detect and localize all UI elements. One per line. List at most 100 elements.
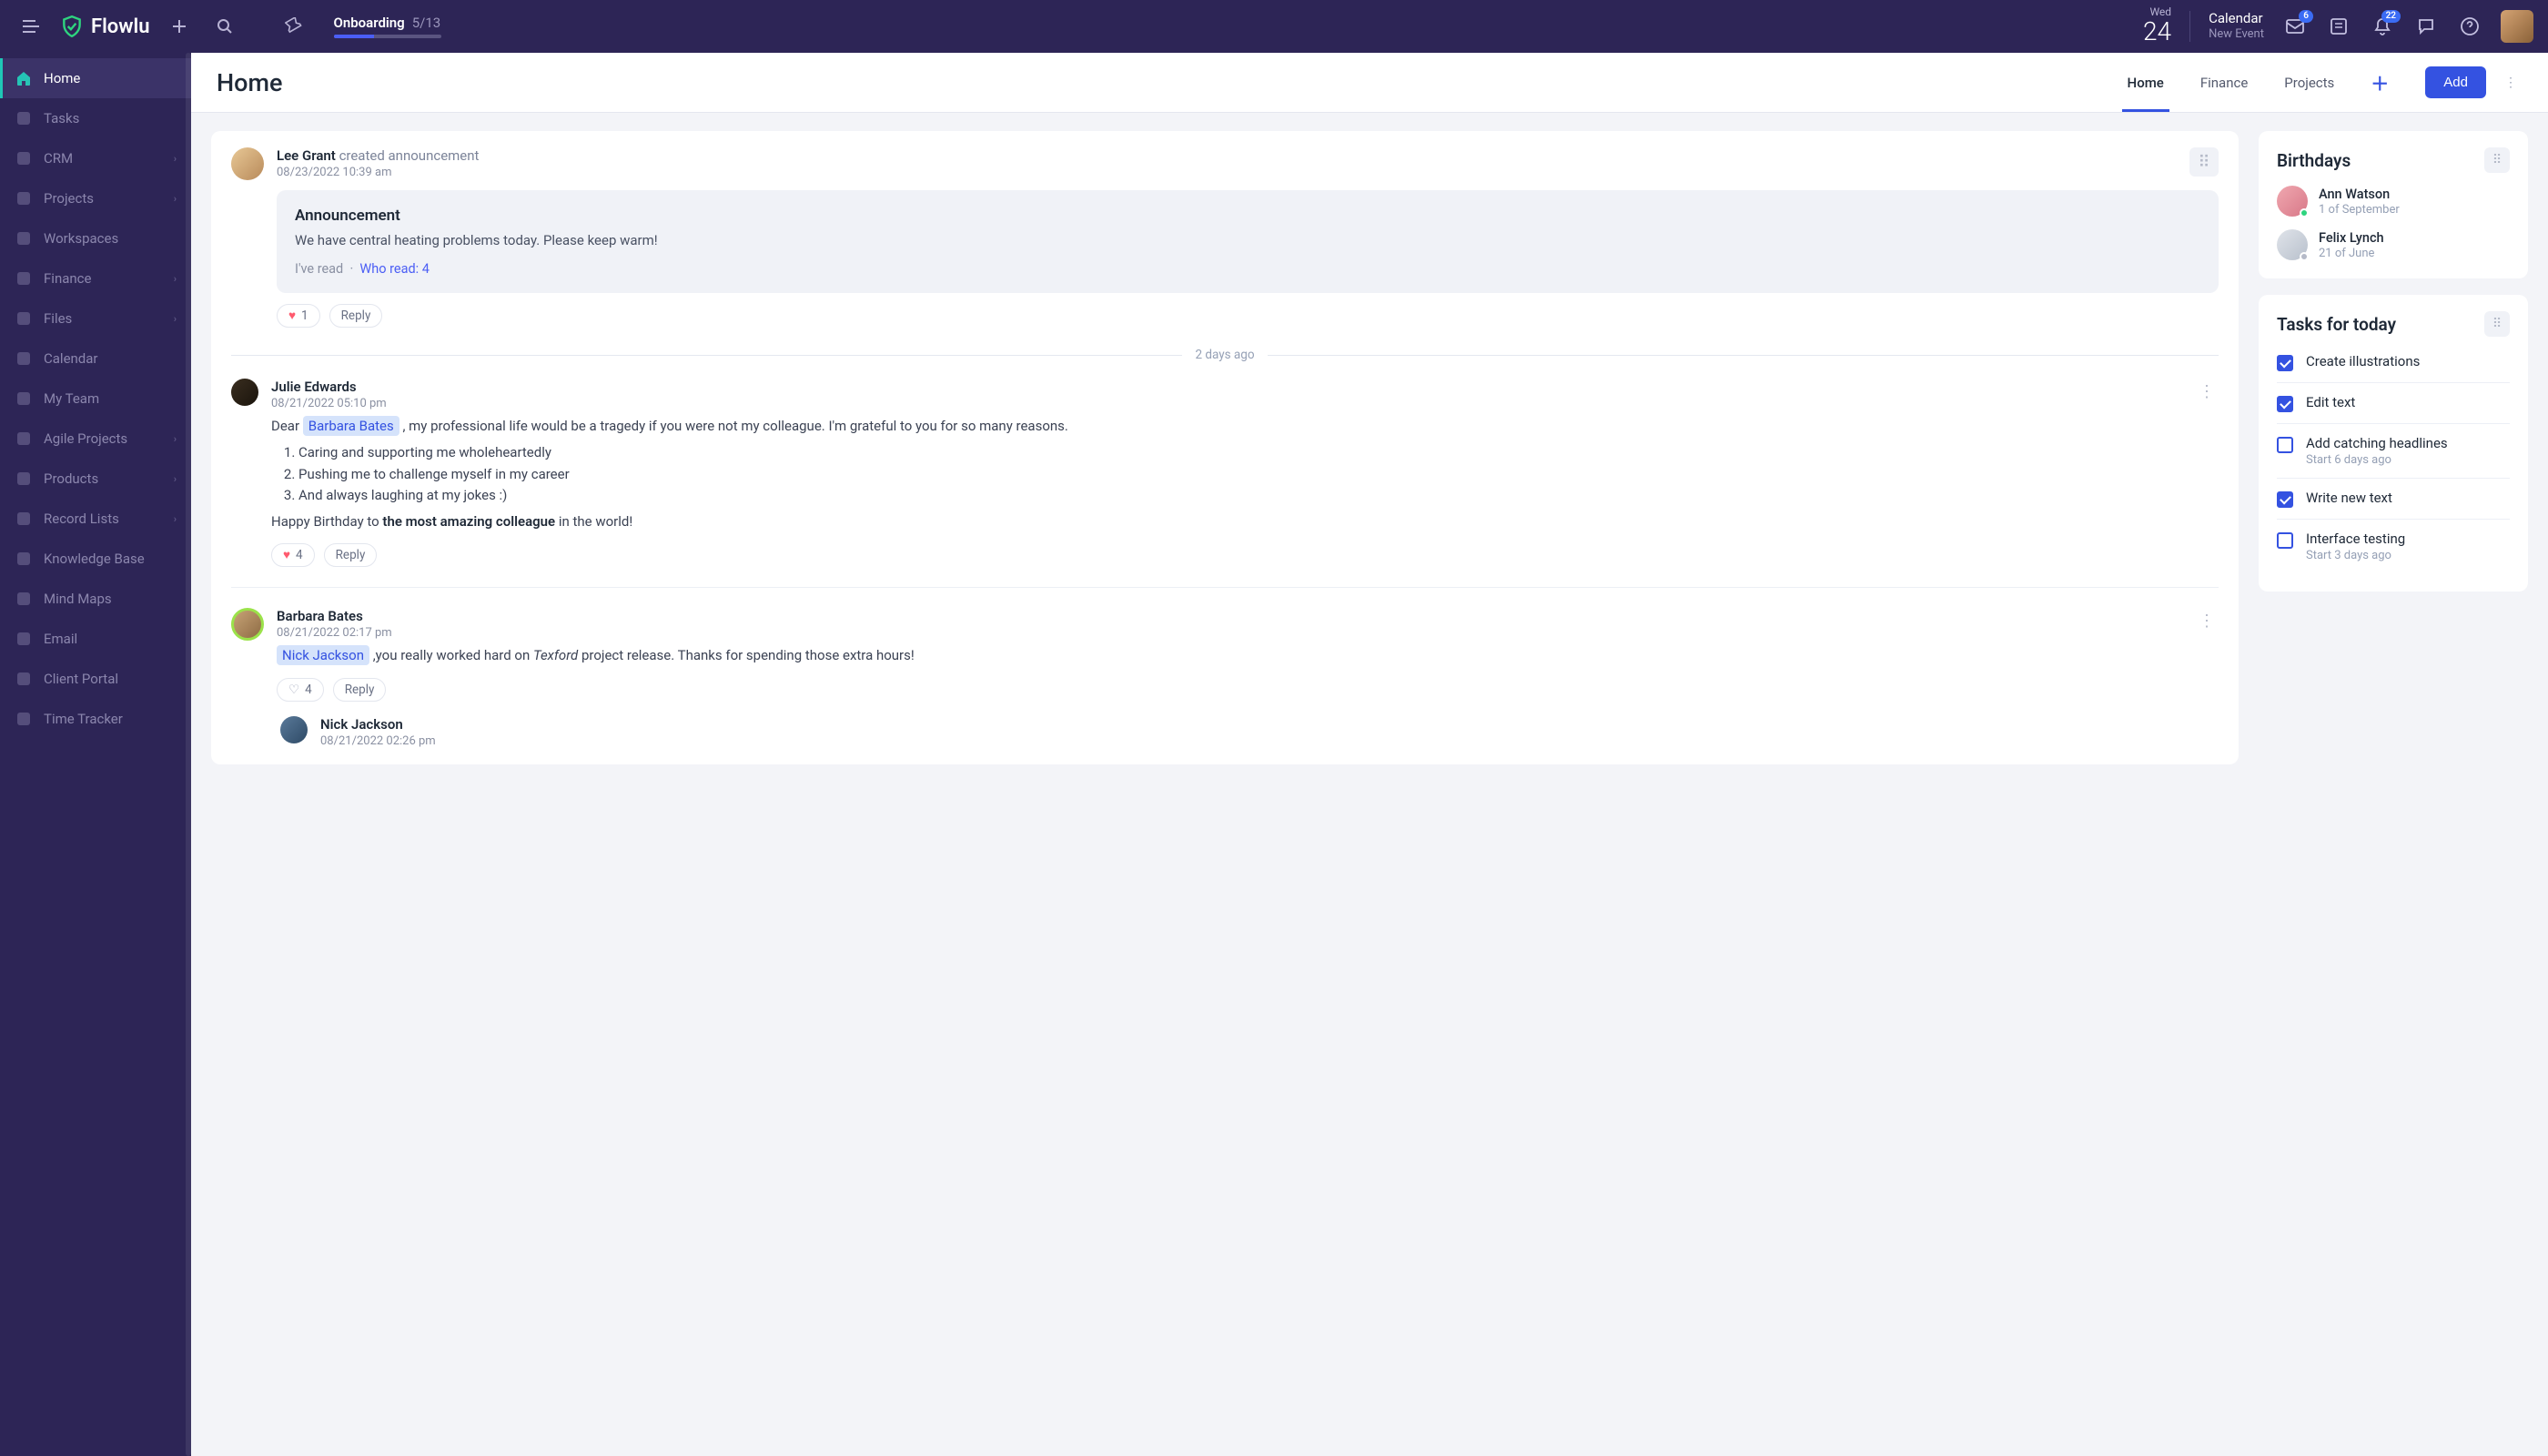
avatar[interactable] [231,379,258,406]
sidebar-item-projects[interactable]: Projects› [0,178,191,218]
task-item[interactable]: Write new text [2277,478,2510,519]
menu-toggle-button[interactable] [15,10,47,43]
chevron-right-icon: › [174,153,177,165]
tab-projects[interactable]: Projects [2284,53,2334,112]
task-checkbox[interactable] [2277,396,2293,412]
sidebar-item-email[interactable]: Email [0,619,191,659]
search-button[interactable] [208,10,241,43]
task-sub: Start 3 days ago [2306,549,2405,562]
bell-badge: 22 [2381,10,2401,23]
post-author[interactable]: Barbara Bates [277,608,363,624]
post-more-icon[interactable]: ⋮ [2195,608,2219,747]
clock-icon [15,710,33,728]
post-more-icon[interactable]: ⠿ [2189,147,2219,177]
sidebar-item-tasks[interactable]: Tasks [0,98,191,138]
nested-reply: Nick Jackson 08/21/2022 02:26 pm [277,716,2182,748]
add-button[interactable]: Add [2425,66,2486,98]
mail-icon [15,630,33,648]
feed-divider: 2 days ago [231,348,2219,362]
briefcase-icon [15,189,33,207]
ive-read-label[interactable]: I've read [295,261,343,277]
onboarding-count: 5/13 [412,15,440,31]
tab-finance[interactable]: Finance [2200,53,2248,112]
pin-button[interactable] [278,10,310,43]
inbox-badge: 6 [2299,10,2313,23]
sidebar-item-mind-maps[interactable]: Mind Maps [0,579,191,619]
post-author[interactable]: Julie Edwards [271,379,357,395]
page-more-icon[interactable]: ⋮ [2499,70,2523,96]
sidebar-item-label: My Team [44,390,99,407]
sidebar-item-time-tracker[interactable]: Time Tracker [0,699,191,739]
bell-icon[interactable]: 22 [2370,14,2395,39]
list-item: Pushing me to challenge myself in my car… [298,464,2182,485]
birthday-item[interactable]: Ann Watson1 of September [2277,186,2510,217]
onboarding-block[interactable]: Onboarding 5/13 [334,15,441,38]
post-more-icon[interactable]: ⋮ [2195,379,2219,567]
header-calendar[interactable]: Calendar New Event [2209,10,2264,43]
sidebar-item-workspaces[interactable]: Workspaces [0,218,191,258]
notes-icon[interactable] [2326,14,2351,39]
avatar [2277,229,2308,260]
task-checkbox[interactable] [2277,491,2293,508]
mention[interactable]: Barbara Bates [303,416,399,436]
post-time: 08/21/2022 05:10 pm [271,397,2182,410]
sidebar-item-record-lists[interactable]: Record Lists› [0,499,191,539]
reply-button[interactable]: Reply [329,304,383,328]
chevron-right-icon: › [174,433,177,445]
feed-post: Lee Grant created announcement 08/23/202… [231,147,2219,328]
header-cal-title: Calendar [2209,10,2264,28]
avatar[interactable] [231,147,264,180]
sidebar-item-home[interactable]: Home [0,58,191,98]
sidebar-item-crm[interactable]: CRM› [0,138,191,178]
task-item[interactable]: Interface testingStart 3 days ago [2277,519,2510,573]
reply-button[interactable]: Reply [333,678,387,702]
sidebar-item-knowledge-base[interactable]: Knowledge Base [0,539,191,579]
task-checkbox[interactable] [2277,355,2293,371]
post-author[interactable]: Nick Jackson [320,716,403,733]
task-item[interactable]: Add catching headlinesStart 6 days ago [2277,423,2510,478]
brand-logo[interactable]: Flowlu [60,15,150,38]
drag-handle-icon[interactable]: ⠿ [2484,147,2510,173]
sidebar-item-products[interactable]: Products› [0,459,191,499]
sidebar-item-agile-projects[interactable]: Agile Projects› [0,419,191,459]
like-button[interactable]: ♡4 [277,678,324,702]
check-icon [15,109,33,127]
help-icon[interactable] [2457,14,2482,39]
who-read-link[interactable]: Who read: 4 [359,261,430,277]
task-item[interactable]: Create illustrations [2277,349,2510,382]
funnel-icon [15,149,33,167]
separator [2189,11,2190,42]
chevron-right-icon: › [174,273,177,285]
task-checkbox[interactable] [2277,437,2293,453]
sidebar-item-files[interactable]: Files› [0,298,191,339]
tab-home[interactable]: Home [2128,53,2164,112]
avatar[interactable] [231,608,264,641]
post-author[interactable]: Lee Grant [277,147,336,164]
task-checkbox[interactable] [2277,532,2293,549]
sidebar-item-calendar[interactable]: Calendar [0,339,191,379]
drag-handle-icon[interactable]: ⠿ [2484,311,2510,337]
header-date[interactable]: Wed 24 [2143,6,2171,46]
box-icon [15,470,33,488]
chat-icon[interactable] [2413,14,2439,39]
add-tab-button[interactable]: ＋ [2371,53,2389,112]
task-item[interactable]: Edit text [2277,382,2510,423]
reply-button[interactable]: Reply [324,543,378,567]
widget-title: Tasks for today [2277,314,2396,335]
book-icon [15,550,33,568]
avatar[interactable] [280,716,308,743]
birthday-item[interactable]: Felix Lynch21 of June [2277,229,2510,260]
sidebar-item-label: Mind Maps [44,591,112,607]
onboarding-label: Onboarding [334,15,405,31]
new-button[interactable] [163,10,196,43]
mention[interactable]: Nick Jackson [277,645,369,665]
inbox-icon[interactable]: 6 [2282,14,2308,39]
user-avatar[interactable] [2501,10,2533,43]
sidebar-item-label: Client Portal [44,671,118,687]
like-button[interactable]: ♥4 [271,543,315,567]
onboarding-progress [334,35,441,38]
sidebar-item-finance[interactable]: Finance› [0,258,191,298]
sidebar-item-my-team[interactable]: My Team [0,379,191,419]
sidebar-item-client-portal[interactable]: Client Portal [0,659,191,699]
like-button[interactable]: ♥1 [277,304,320,328]
